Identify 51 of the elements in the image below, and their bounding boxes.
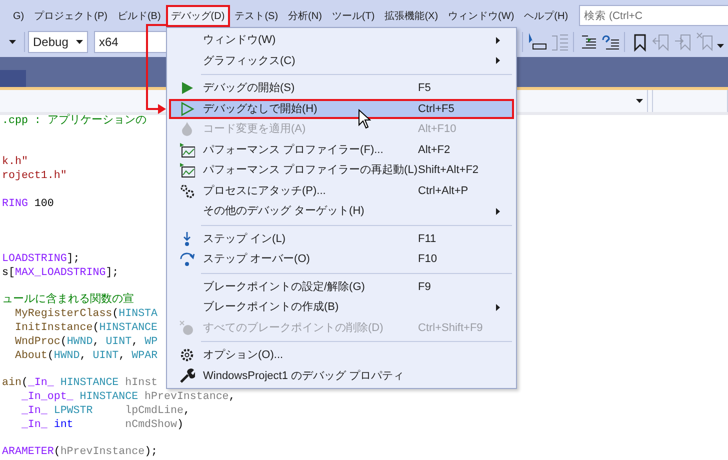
menu-option[interactable]: ブレークポイントの設定/解除(G) F9 (169, 276, 514, 297)
code-line: roject1.h" (1, 170, 67, 184)
menu-item[interactable]: 分析(N) (283, 5, 327, 27)
configuration-dropdown[interactable]: Debug (28, 31, 88, 54)
menu-option[interactable]: パフォーマンス プロファイラーの再起動(L)Shift+Alt+F2 (169, 160, 514, 180)
menu-item[interactable]: プロジェクト(P) (29, 5, 112, 27)
menu-item[interactable]: ビルド(B) (112, 5, 166, 27)
code-line: ュールに含まれる関数の宣 (1, 294, 134, 308)
shortcut-label: F11 (418, 232, 438, 246)
menu-option[interactable]: ステップ イン(L) F11 (169, 228, 514, 249)
menu-option[interactable]: ステップ オーバー(O) F10 (169, 249, 514, 270)
menu-item[interactable]: 拡張機能(X) (380, 5, 444, 27)
shortcut-label: F9 (418, 280, 432, 294)
menu-item[interactable]: ヘルプ(H) (519, 5, 574, 27)
code-line: _In_opt_ HINSTANCE hPrevInstance, (20, 391, 236, 405)
menu-option[interactable]: デバッグの開始(S) F5 (169, 78, 514, 98)
menu-item[interactable]: ウィンドウ(W) (443, 5, 520, 27)
shortcut-label: Alt+F2 (418, 142, 452, 158)
menu-option[interactable]: デバッグなしで開始(H) Ctrl+F5 (169, 98, 514, 119)
shortcut-label: Ctrl+Shift+F9 (418, 320, 484, 336)
shortcut-label: F5 (418, 81, 432, 96)
shortcut-label: F10 (418, 252, 438, 267)
menu-option[interactable]: パフォーマンス プロファイラー(F)... Alt+F2 (169, 140, 514, 160)
menu-option[interactable]: オプション(O)... (169, 345, 514, 366)
menu-option[interactable]: その他のデバッグ ターゲット(H) (169, 201, 514, 222)
menu-item[interactable]: ツール(T) (326, 5, 380, 27)
menu-item[interactable]: デバッグ(D) (166, 5, 230, 27)
search-field[interactable]: 検索 (Ctrl+C (579, 5, 728, 26)
shortcut-label: Ctrl+F5 (418, 102, 456, 116)
code-line: k.h" (1, 156, 28, 170)
code-line: ARAMETER(hPrevInstance); (1, 446, 158, 460)
code-line: LOADSTRING]; (1, 253, 80, 267)
menu-option[interactable]: グラフィックス(C) (169, 50, 514, 71)
menu-item[interactable]: G) (11, 5, 30, 27)
code-line: _In_ LPWSTR lpCmdLine, (20, 404, 190, 419)
shortcut-label: Ctrl+Alt+P (418, 184, 470, 198)
code-line: RING 100 (1, 198, 54, 212)
code-line: MyRegisterClass(HINSTA (14, 308, 158, 322)
code-line: s[MAX_LOADSTRING]; (1, 266, 119, 281)
code-line: About(HWND, UINT, WPAR (14, 350, 158, 364)
menu-option[interactable]: ブレークポイントの作成(B) (169, 297, 514, 318)
code-line: WndProc(HWND, UINT, WP (14, 336, 158, 350)
code-line: _In_ int nCmdShow) (20, 418, 184, 432)
shortcut-label: Alt+F10 (418, 122, 458, 137)
menu-option[interactable]: プロセスにアタッチ(P)... Ctrl+Alt+P (169, 180, 514, 201)
code-line: ain(_In_ HINSTANCE hInst (1, 377, 158, 391)
shortcut-label: Shift+Alt+F2 (418, 163, 480, 178)
code-line: InitInstance(HINSTANCE (14, 322, 158, 336)
menu-item[interactable]: テスト(S) (230, 5, 284, 27)
menu-option[interactable]: WindowsProject1 のデバッグ プロパティ (169, 366, 514, 386)
code-line: .cpp : アプリケーションの (1, 115, 146, 129)
